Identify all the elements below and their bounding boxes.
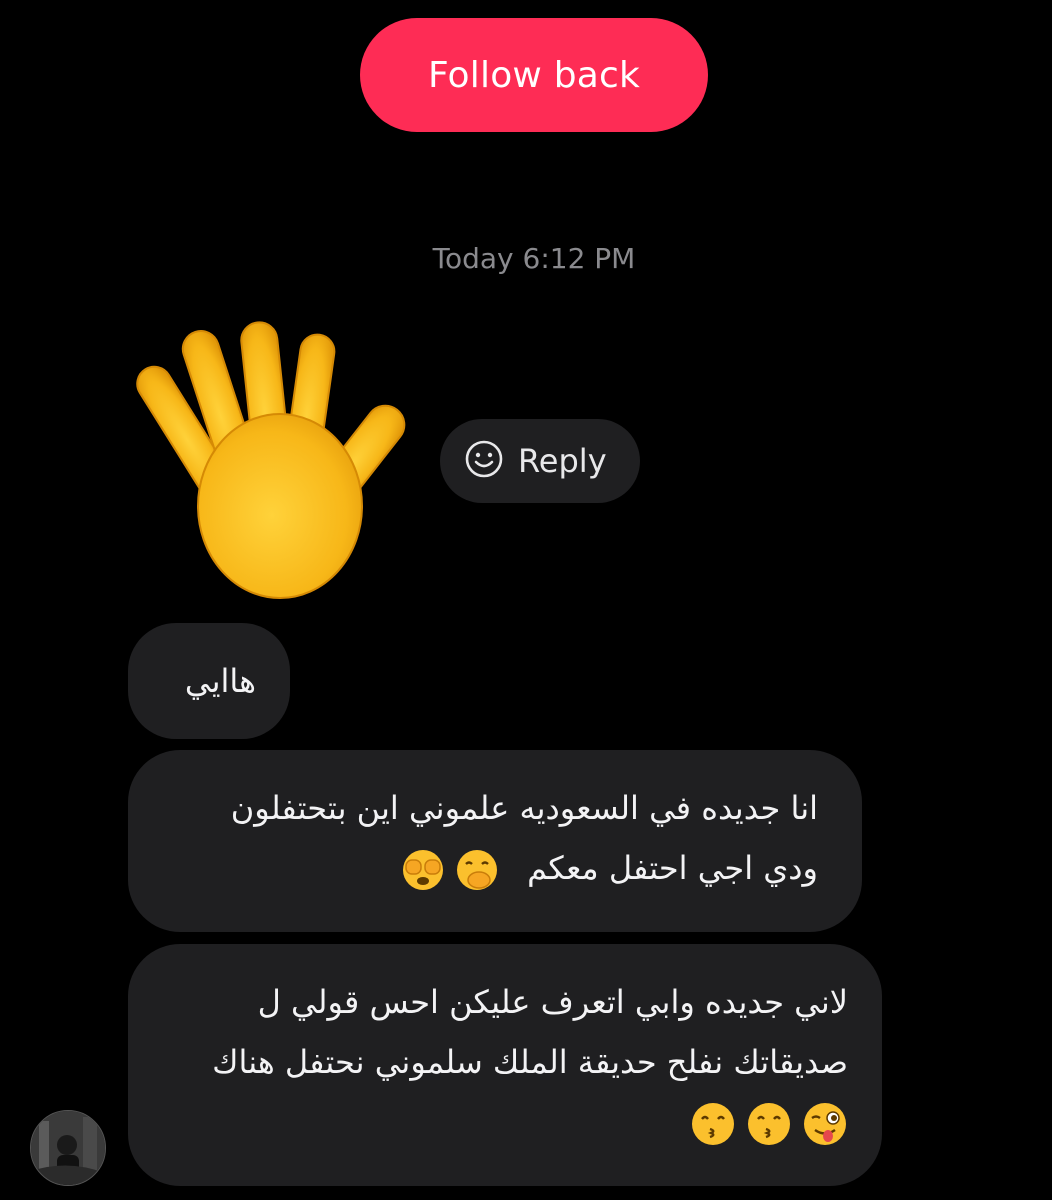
message-bubble[interactable]: لاني جديده وابي اتعرف عليكن احس قولي ل ص…	[128, 944, 882, 1186]
message-text: لاني جديده وابي اتعرف عليكن احس قولي ل	[257, 983, 848, 1021]
kissing-face-emoji	[748, 1103, 790, 1145]
avatar[interactable]	[30, 1110, 106, 1186]
kissing-face-emoji	[692, 1103, 734, 1145]
see-no-evil-face-emoji	[402, 850, 443, 890]
reply-button[interactable]: Reply	[440, 419, 640, 503]
smiley-icon	[464, 439, 504, 483]
reply-label: Reply	[518, 442, 607, 480]
message-text: انا جديده في السعوديه علموني اين بتحتفلو…	[230, 789, 818, 827]
message-text: هاايي	[184, 662, 256, 700]
message-text: صديقاتك نفلح حديقة الملك سلموني نحتفل هن…	[212, 1043, 848, 1081]
winking-tongue-face-emoji	[804, 1103, 846, 1145]
raised-hand-emoji	[130, 318, 420, 608]
message-bubble[interactable]: انا جديده في السعوديه علموني اين بتحتفلو…	[128, 750, 862, 932]
hand-over-mouth-emoji	[456, 850, 497, 890]
message-bubble[interactable]: هاايي	[128, 623, 290, 739]
message-timestamp: Today 6:12 PM	[432, 242, 636, 275]
message-text: ودي اجي احتفل معكم	[527, 849, 818, 887]
follow-back-button[interactable]: Follow back	[360, 18, 708, 132]
